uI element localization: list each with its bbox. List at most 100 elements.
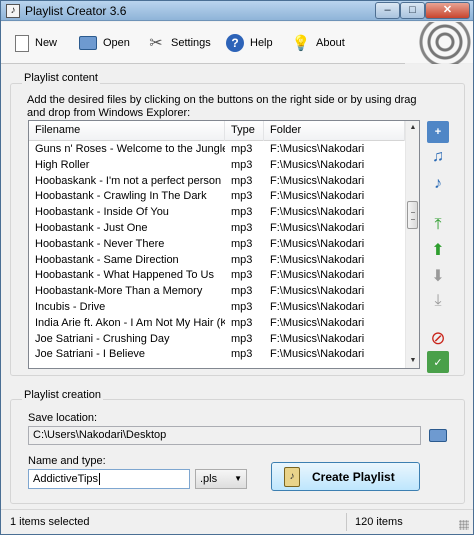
title-bar[interactable]: ♪ Playlist Creator 3.6 – □ ✕ <box>1 1 473 21</box>
column-type[interactable]: Type <box>225 121 264 141</box>
new-button[interactable]: New <box>15 33 57 53</box>
folder-cell: F:\Musics\Nakodari <box>270 253 365 266</box>
table-row[interactable]: Hoobastank - Never There mp3 F:\Musics\Nak… <box>29 237 405 253</box>
add-music-files-icon: ♫ <box>432 148 444 165</box>
table-row[interactable]: Guns n' Roses - Welcome to the Jungle mp3… <box>29 142 405 158</box>
create-playlist-button[interactable]: ♪ Create Playlist <box>271 462 420 491</box>
lightbulb-icon: 💡 <box>291 35 311 52</box>
close-button[interactable]: ✕ <box>425 2 470 19</box>
add-folder-button[interactable]: + <box>427 121 449 143</box>
instructions-text: Add the desired files by clicking on the… <box>27 94 417 119</box>
move-top-button[interactable]: ⤒ <box>427 214 449 236</box>
playlist-type-value: .pls <box>200 473 218 485</box>
filename-cell: Joe Satriani - I Believe <box>35 348 146 361</box>
table-row[interactable]: Hoobastank-More Than a Memory mp3 F:\Music… <box>29 284 405 300</box>
open-label: Open <box>103 37 130 49</box>
type-cell: mp3 <box>231 332 253 345</box>
filename-cell: Incubis - Drive <box>35 300 106 313</box>
move-down-icon: ⬇ <box>431 268 445 285</box>
folder-cell: F:\Musics\Nakodari <box>270 221 365 234</box>
filename-cell: Hoobastank - What Happened To Us <box>35 269 214 282</box>
filename-cell: Hoobastank - Never There <box>35 237 165 250</box>
type-cell: mp3 <box>231 221 253 234</box>
table-row[interactable]: High Roller mp3 F:\Musics\Nakodari <box>29 158 405 174</box>
settings-button[interactable]: ✂ Settings <box>147 33 211 53</box>
remove-button[interactable]: ⊘ <box>427 327 449 349</box>
status-separator <box>346 513 347 531</box>
list-header: Filename Type Folder <box>29 121 405 141</box>
filename-cell: Hoobastank-More Than a Memory <box>35 285 203 298</box>
maximize-button[interactable]: □ <box>400 2 425 19</box>
move-down-button[interactable]: ⬇ <box>427 265 449 287</box>
clear-button[interactable]: ✓ <box>427 351 449 373</box>
table-row[interactable]: Hoobastank - Inside Of You mp3 F:\Musics\N… <box>29 205 405 221</box>
table-row[interactable]: India Arie ft. Akon - I Am Not My Hair (… <box>29 316 405 332</box>
about-button[interactable]: 💡 About <box>292 33 345 53</box>
folder-cell: F:\Musics\Nakodari <box>270 332 365 345</box>
scroll-down-arrow-icon[interactable]: ▼ <box>406 354 419 368</box>
table-row[interactable]: Joe Satriani - I Believe mp3 F:\Musics\Nak… <box>29 347 405 363</box>
folder-cell: F:\Musics\Nakodari <box>270 300 365 313</box>
move-up-button[interactable]: ⬆ <box>427 239 449 261</box>
filename-cell: Hoobaskank - I'm not a perfect person <box>35 174 222 187</box>
settings-label: Settings <box>171 37 211 49</box>
playlist-name-input[interactable]: AddictiveTips <box>28 469 190 489</box>
folder-cell: F:\Musics\Nakodari <box>270 190 365 203</box>
minimize-button[interactable]: – <box>375 2 400 19</box>
browse-folder-button[interactable] <box>427 425 449 445</box>
help-label: Help <box>250 37 273 49</box>
type-cell: mp3 <box>231 190 253 203</box>
open-button[interactable]: Open <box>79 33 130 53</box>
table-row[interactable]: Hoobastank - Same Direction mp3 F:\Musics\… <box>29 253 405 269</box>
type-cell: mp3 <box>231 237 253 250</box>
filename-cell: Guns n' Roses - Welcome to the Jungle <box>35 143 225 155</box>
vertical-scrollbar[interactable]: ▲ ▼ <box>405 121 419 368</box>
resize-grip[interactable] <box>459 520 469 530</box>
folder-cell: F:\Musics\Nakodari <box>270 206 365 219</box>
about-label: About <box>316 37 345 49</box>
filename-cell: India Arie ft. Akon - I Am Not My Hair (… <box>35 316 225 329</box>
folder-cell: F:\Musics\Nakodari <box>270 158 365 171</box>
help-button[interactable]: ? Help <box>226 33 273 53</box>
text-caret <box>99 473 101 486</box>
column-folder[interactable]: Folder <box>264 121 405 141</box>
table-row[interactable]: Hoobastank - What Happened To Us mp3 F:\Mu… <box>29 268 405 284</box>
filename-cell: Hoobastank - Just One <box>35 221 148 234</box>
folder-cell: F:\Musics\Nakodari <box>270 174 365 187</box>
playlist-content-title: Playlist content <box>22 72 100 84</box>
folder-cell: F:\Musics\Nakodari <box>270 237 365 250</box>
toolbar: New Open ✂ Settings ? Help 💡 About <box>1 22 473 64</box>
name-type-label: Name and type: <box>28 455 106 467</box>
total-count: 120 items <box>355 516 403 528</box>
status-bar: 1 items selected 120 items <box>1 509 473 534</box>
list-rows: Guns n' Roses - Welcome to the Jungle mp3… <box>29 142 405 363</box>
filename-cell: Joe Satriani - Crushing Day <box>35 332 170 345</box>
folder-cell: F:\Musics\Nakodari <box>270 269 365 282</box>
type-cell: mp3 <box>231 174 253 187</box>
save-location-field[interactable]: C:\Users\Nakodari\Desktop <box>28 426 421 445</box>
type-cell: mp3 <box>231 158 253 171</box>
type-cell: mp3 <box>231 253 253 266</box>
selected-count: 1 items selected <box>10 516 90 528</box>
table-row[interactable]: Hoobastank - Crawling In The Dark mp3 F:\M… <box>29 189 405 205</box>
add-file-button[interactable]: ♪ <box>427 173 449 195</box>
type-cell: mp3 <box>231 206 253 219</box>
chevron-down-icon: ▼ <box>234 474 242 483</box>
scroll-thumb[interactable] <box>407 201 418 229</box>
folder-cell: F:\Musics\Nakodari <box>270 143 365 155</box>
table-row[interactable]: Hoobaskank - I'm not a perfect person mp3… <box>29 174 405 190</box>
table-row[interactable]: Hoobastank - Just One mp3 F:\Musics\Nakoda… <box>29 221 405 237</box>
scroll-up-arrow-icon[interactable]: ▲ <box>406 121 419 135</box>
column-filename[interactable]: Filename <box>29 121 225 141</box>
move-to-top-icon: ⤒ <box>434 216 442 233</box>
table-row[interactable]: Incubis - Drive mp3 F:\Musics\Nakodari <box>29 300 405 316</box>
type-cell: mp3 <box>231 300 253 313</box>
playlist-type-select[interactable]: .pls ▼ <box>195 469 247 489</box>
file-list[interactable]: Filename Type Folder Guns n' Roses - Wel… <box>28 120 420 369</box>
decorative-swirl <box>405 22 473 64</box>
add-files-button[interactable]: ♫ <box>427 146 449 168</box>
table-row[interactable]: Joe Satriani - Crushing Day mp3 F:\Musics\… <box>29 332 405 348</box>
move-bottom-button[interactable]: ⤓ <box>427 290 449 312</box>
app-icon: ♪ <box>6 4 20 18</box>
type-cell: mp3 <box>231 316 253 329</box>
